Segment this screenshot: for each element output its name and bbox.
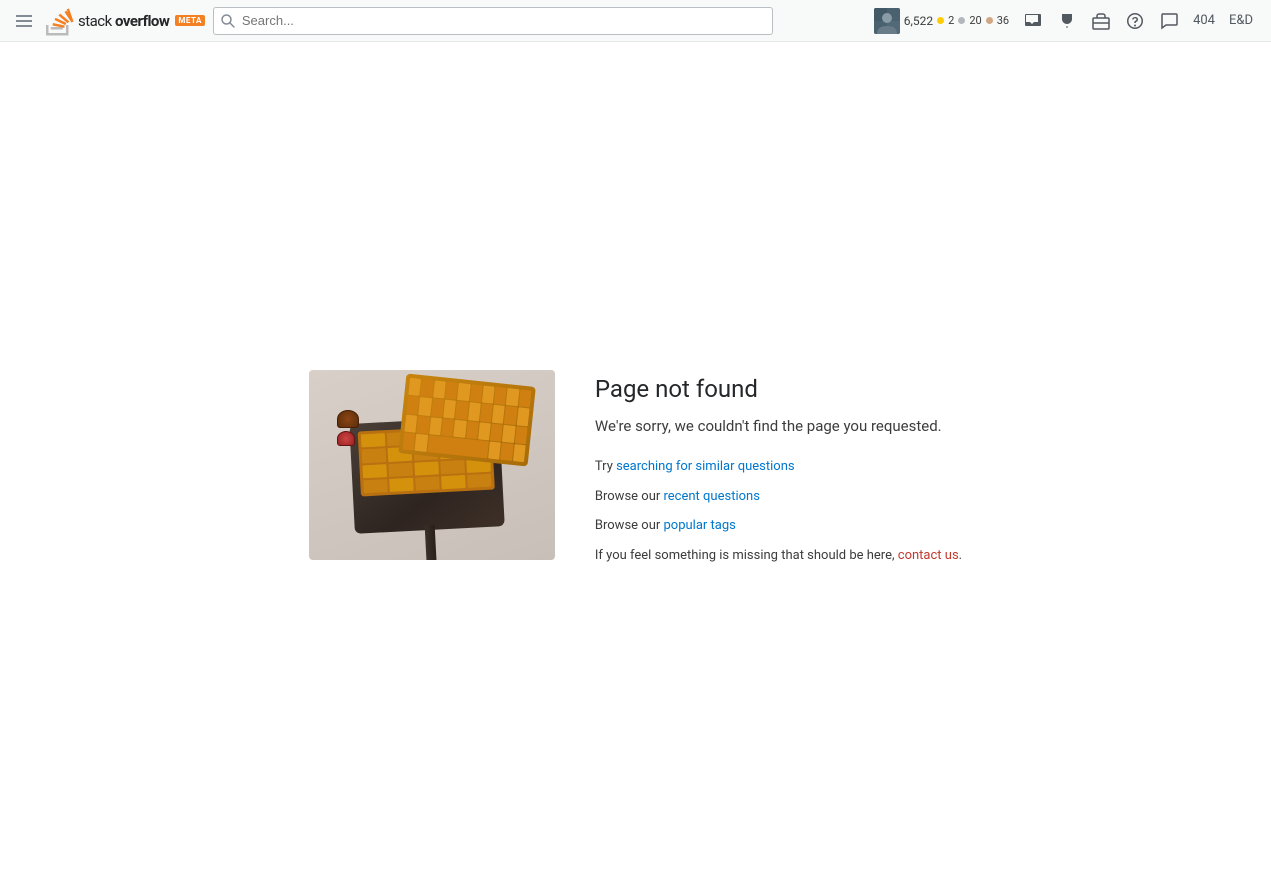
404-link[interactable]: 404 — [1187, 9, 1221, 32]
browse-recent-text: Browse our — [595, 489, 664, 504]
error-links: Try searching for similar questions Brow… — [595, 457, 962, 565]
gold-count: 2 — [948, 14, 954, 27]
bronze-dot — [986, 17, 993, 24]
chat-button[interactable] — [1153, 5, 1185, 37]
user-reputation: 6,522 — [904, 14, 933, 28]
missing-text: If you feel something is missing that sh… — [595, 548, 898, 563]
end-link[interactable]: E&D — [1223, 9, 1259, 32]
stackoverflow-logo-icon — [44, 6, 74, 36]
avatar — [874, 8, 900, 34]
error-container: Page not found We're sorry, we couldn't … — [309, 370, 962, 566]
main-content: Page not found We're sorry, we couldn't … — [0, 42, 1271, 893]
meta-badge: META — [175, 15, 205, 26]
missing-end: . — [959, 548, 962, 563]
silver-dot — [958, 17, 965, 24]
header-right: 6,522 2 20 36 — [868, 4, 1259, 38]
error-title: Page not found — [595, 375, 962, 403]
silver-count: 20 — [969, 14, 981, 27]
browse-popular-text: Browse our — [595, 518, 664, 533]
gold-dot — [937, 17, 944, 24]
inbox-icon — [1024, 12, 1042, 30]
site-header: stack overflow META 6,522 — [0, 0, 1271, 42]
popular-tags-link[interactable]: popular tags — [664, 518, 736, 533]
recent-questions-link[interactable]: recent questions — [664, 489, 760, 504]
trophy-icon — [1058, 12, 1076, 30]
inbox-button[interactable] — [1017, 5, 1049, 37]
searching-link-row: Try searching for similar questions — [595, 457, 962, 477]
error-subtitle: We're sorry, we couldn't find the page y… — [595, 415, 962, 438]
error-text-content: Page not found We're sorry, we couldn't … — [595, 370, 962, 566]
hamburger-menu[interactable] — [12, 11, 36, 31]
chat-icon — [1160, 12, 1178, 30]
error-image — [309, 370, 555, 560]
bronze-count: 36 — [997, 14, 1009, 27]
help-button[interactable] — [1119, 5, 1151, 37]
search-input[interactable] — [213, 7, 773, 35]
waffle-iron-scene — [309, 370, 555, 560]
search-box — [213, 7, 773, 35]
contact-link-row: If you feel something is missing that sh… — [595, 546, 962, 566]
help-icon — [1126, 12, 1144, 30]
achievements-button[interactable] — [1051, 5, 1083, 37]
contact-us-link[interactable]: contact us — [898, 548, 959, 563]
site-logo[interactable]: stack overflow META — [44, 6, 205, 36]
user-menu[interactable]: 6,522 2 20 36 — [868, 4, 1015, 38]
searching-link[interactable]: searching for similar questions — [616, 459, 795, 474]
recent-link-row: Browse our recent questions — [595, 487, 962, 507]
logo-text: stack overflow — [78, 12, 169, 30]
try-text: Try — [595, 459, 616, 474]
jobs-button[interactable] — [1085, 5, 1117, 37]
popular-link-row: Browse our popular tags — [595, 516, 962, 536]
briefcase-icon — [1092, 12, 1110, 30]
